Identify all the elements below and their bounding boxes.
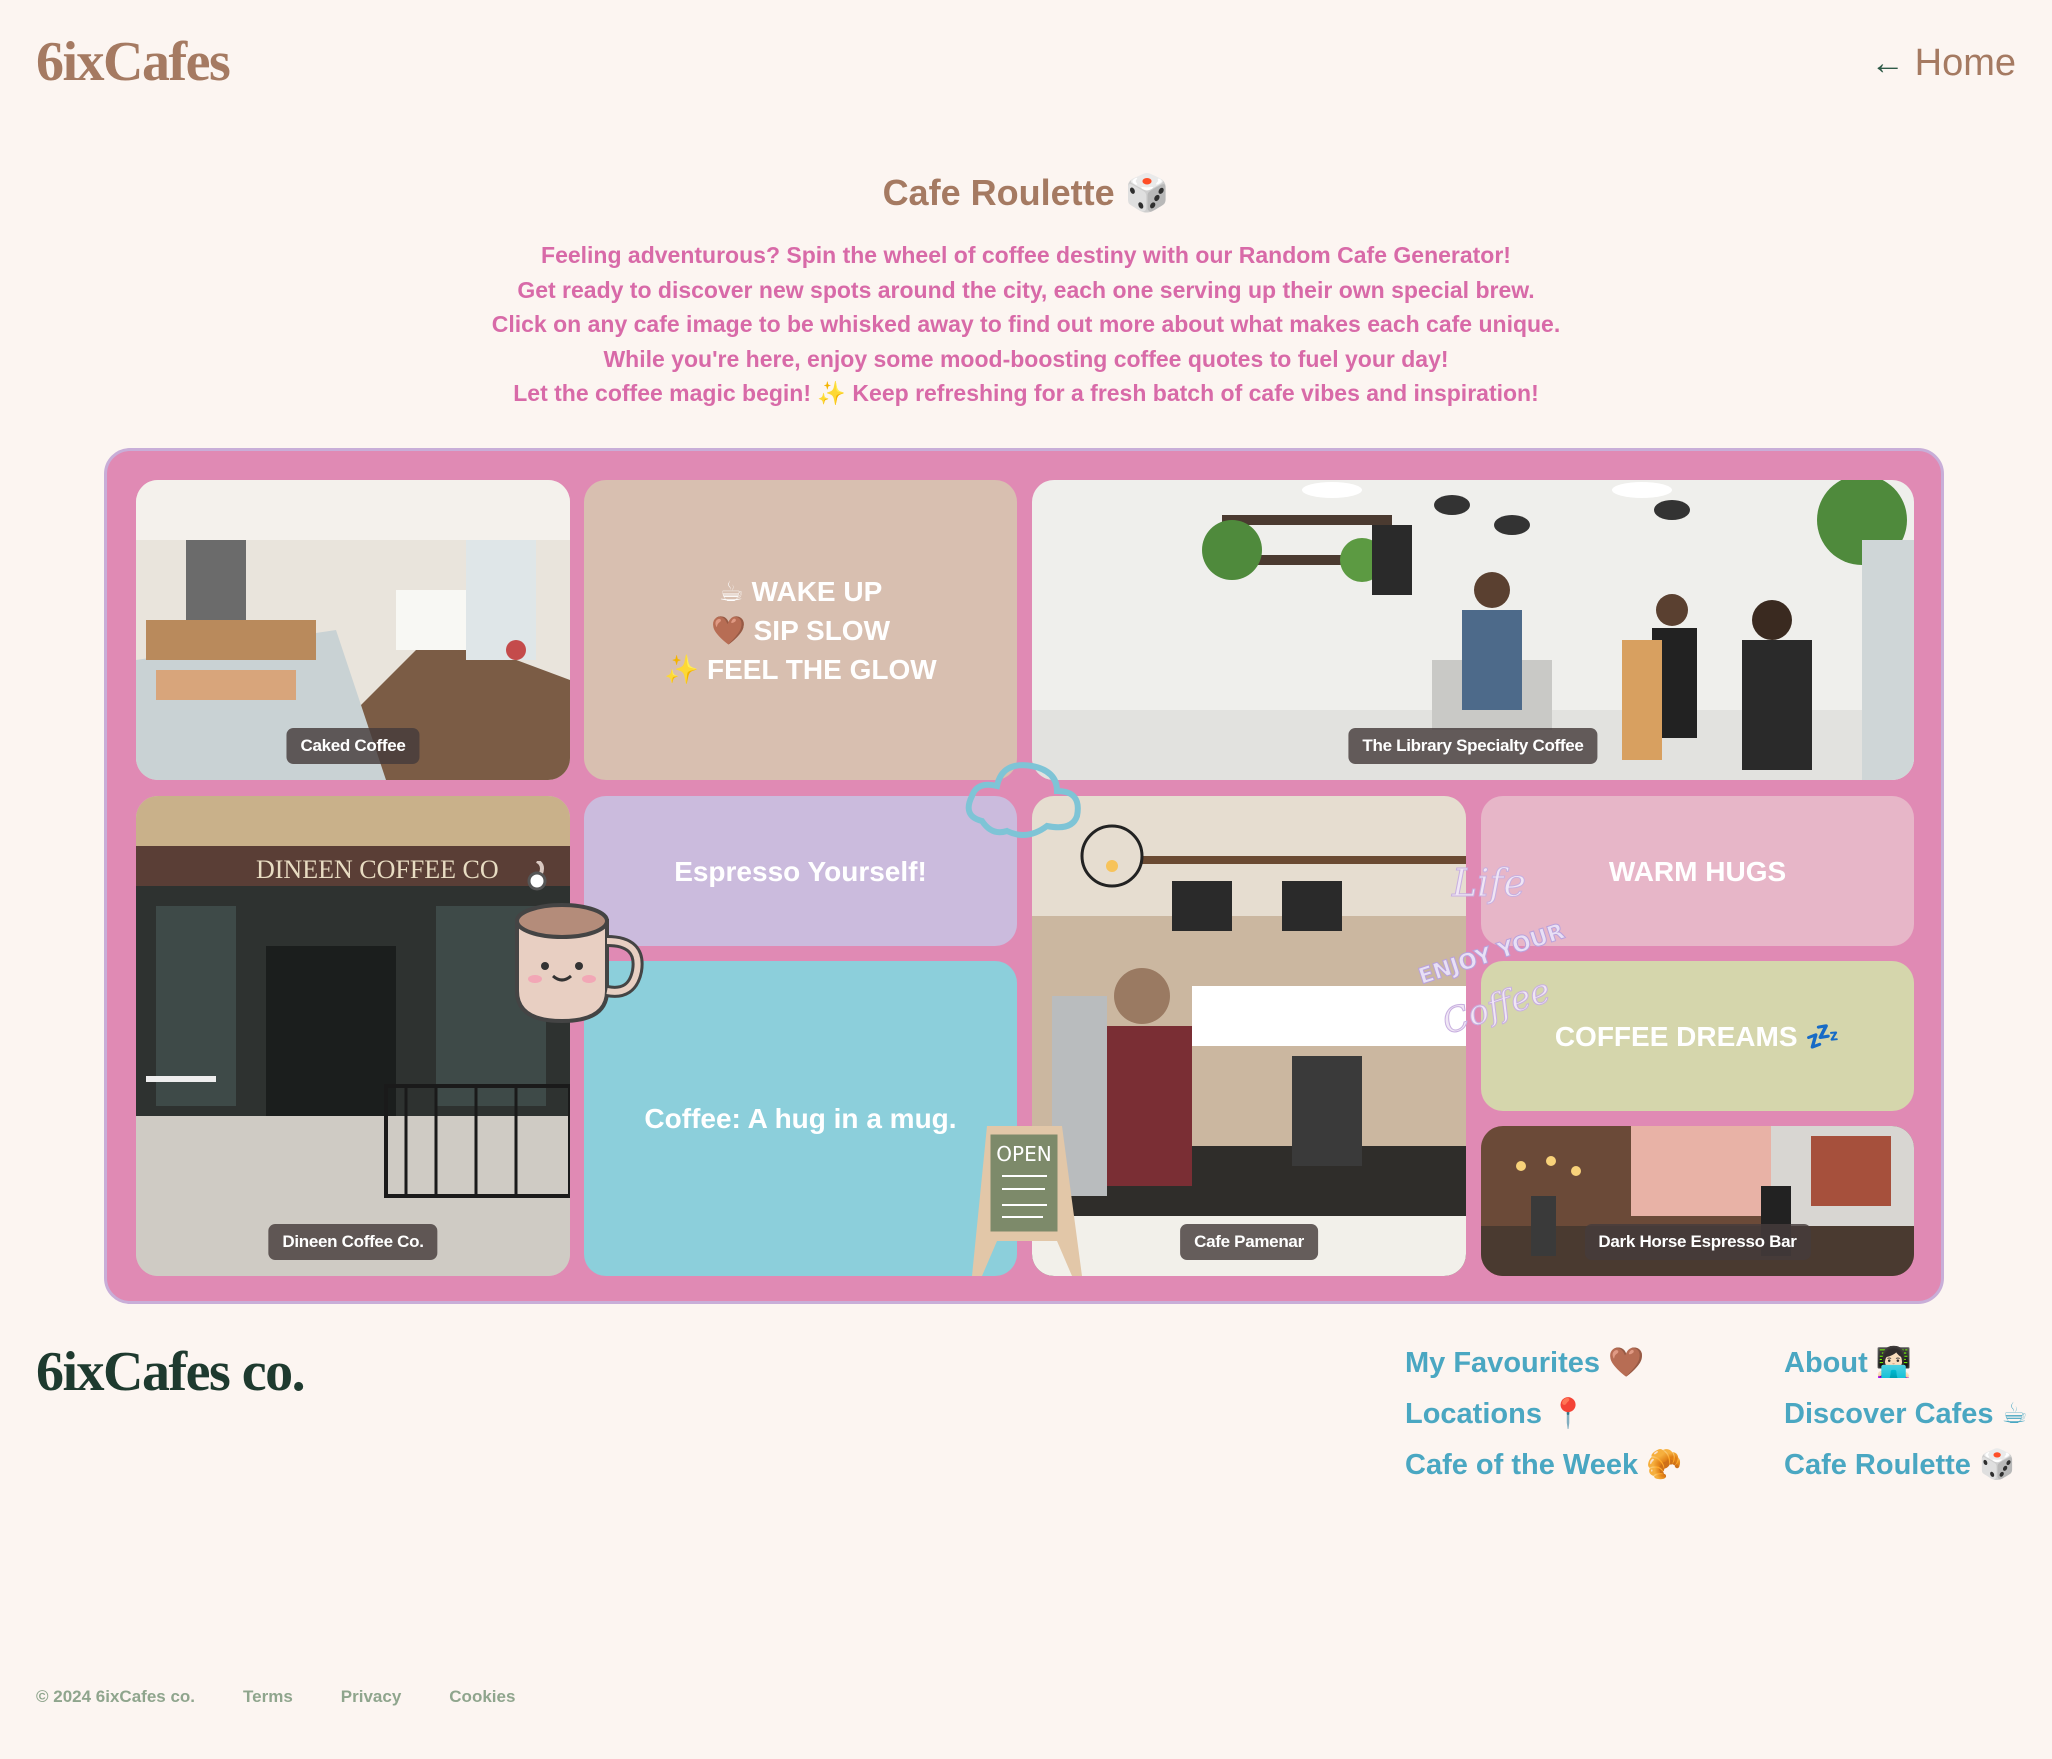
footer-link-cafe-roulette[interactable]: Cafe Roulette 🎲 [1784,1440,2028,1491]
neon-line: Life [1451,861,1526,905]
footer-link-about[interactable]: About 👩🏻‍💻 [1784,1338,2028,1389]
neon-coffee-sticker: Life ENJOY YOUR Coffee [1415,861,1567,1042]
copyright-text: © 2024 6ixCafes co. [36,1687,196,1706]
footer-link-my-favourites[interactable]: My Favourites 🤎 [1405,1338,1682,1389]
quote-text: Coffee: A hug in a mug. [644,1103,957,1134]
cafe-card-cafe-pamenar[interactable]: Cafe Pamenar [1032,796,1466,1276]
cafe-name-label: The Library Specialty Coffee [1348,728,1598,764]
home-link-label: Home [1914,42,2016,84]
cafe-card-dineen-coffee-co[interactable]: DINEEN COFFEE CO Dineen Coffee Co. [136,796,570,1276]
privacy-link[interactable]: Privacy [341,1687,402,1707]
open-sign-sticker: OPEN [972,1126,1082,1276]
cloud-sticker [965,762,1081,838]
footer-link-cafe-of-the-week[interactable]: Cafe of the Week 🥐 [1405,1440,1682,1491]
cafe-name-label: Dark Horse Espresso Bar [1584,1224,1811,1260]
intro-line: Get ready to discover new spots around t… [517,276,1535,303]
terms-link[interactable]: Terms [243,1687,293,1707]
cafe-photo [1032,796,1466,1276]
cafe-photo: DINEEN COFFEE CO [136,796,570,1276]
site-logo[interactable]: 6ixCafes [36,30,231,94]
intro-line: Let the coffee magic begin! ✨ Keep refre… [513,380,1539,406]
footer-links-col-2: About 👩🏻‍💻 Discover Cafes ☕ Cafe Roulett… [1784,1338,2028,1491]
legal-bar: © 2024 6ixCafes co. Terms Privacy Cookie… [36,1687,515,1707]
quote-card-hug-in-a-mug: Coffee: A hug in a mug. [584,961,1017,1276]
cafe-card-caked-coffee[interactable]: Caked Coffee [136,480,570,780]
quote-text: Espresso Yourself! [674,855,927,887]
quote-text: WARM HUGS [1608,855,1787,887]
cookies-link[interactable]: Cookies [449,1687,515,1707]
page-title: Cafe Roulette 🎲 [882,172,1170,213]
quote-card-wake-up: ☕ WAKE UP 🤎 SIP SLOW ✨ FEEL THE GLOW [584,480,1017,780]
open-sign-text: OPEN [996,1142,1051,1166]
quote-text: COFFEE DREAMS 💤 [1554,1020,1841,1052]
footer-link-locations[interactable]: Locations 📍 [1405,1389,1682,1440]
cafe-name-label: Caked Coffee [286,728,420,764]
cafe-roulette-grid: Caked Coffee ☕ WAKE UP 🤎 SIP SLOW ✨ FEEL… [104,448,1944,1304]
coffee-mug-sticker [515,861,644,1024]
quote-line: ✨ FEEL THE GLOW [664,653,937,685]
footer-logo: 6ixCafes co. [36,1341,306,1403]
footer-links-col-1: My Favourites 🤎 Locations 📍 Cafe of the … [1405,1338,1682,1491]
intro-line: Feeling adventurous? Spin the wheel of c… [541,242,1511,268]
cafe-name-label: Dineen Coffee Co. [268,1224,438,1260]
intro-line: While you're here, enjoy some mood-boost… [603,345,1449,372]
home-link[interactable]: ← Home [1871,42,2016,85]
footer-link-discover-cafes[interactable]: Discover Cafes ☕ [1784,1389,2028,1440]
intro-line: Click on any cafe image to be whisked aw… [491,311,1561,337]
intro-text: Feeling adventurous? Spin the wheel of c… [0,238,2052,411]
cafe-name-label: Cafe Pamenar [1180,1224,1318,1260]
dineen-sign-text: DINEEN COFFEE CO [256,855,499,884]
quote-line: 🤎 SIP SLOW [710,614,891,646]
neon-line: Coffee [1438,971,1556,1041]
cafe-card-the-library-specialty-coffee[interactable]: The Library Specialty Coffee [1032,480,1914,780]
quote-card-espresso-yourself: Espresso Yourself! [584,796,1017,946]
quote-line: ☕ WAKE UP [718,575,883,607]
back-arrow-icon: ← [1870,44,1905,82]
cafe-card-dark-horse-espresso-bar[interactable]: Dark Horse Espresso Bar [1481,1126,1914,1276]
